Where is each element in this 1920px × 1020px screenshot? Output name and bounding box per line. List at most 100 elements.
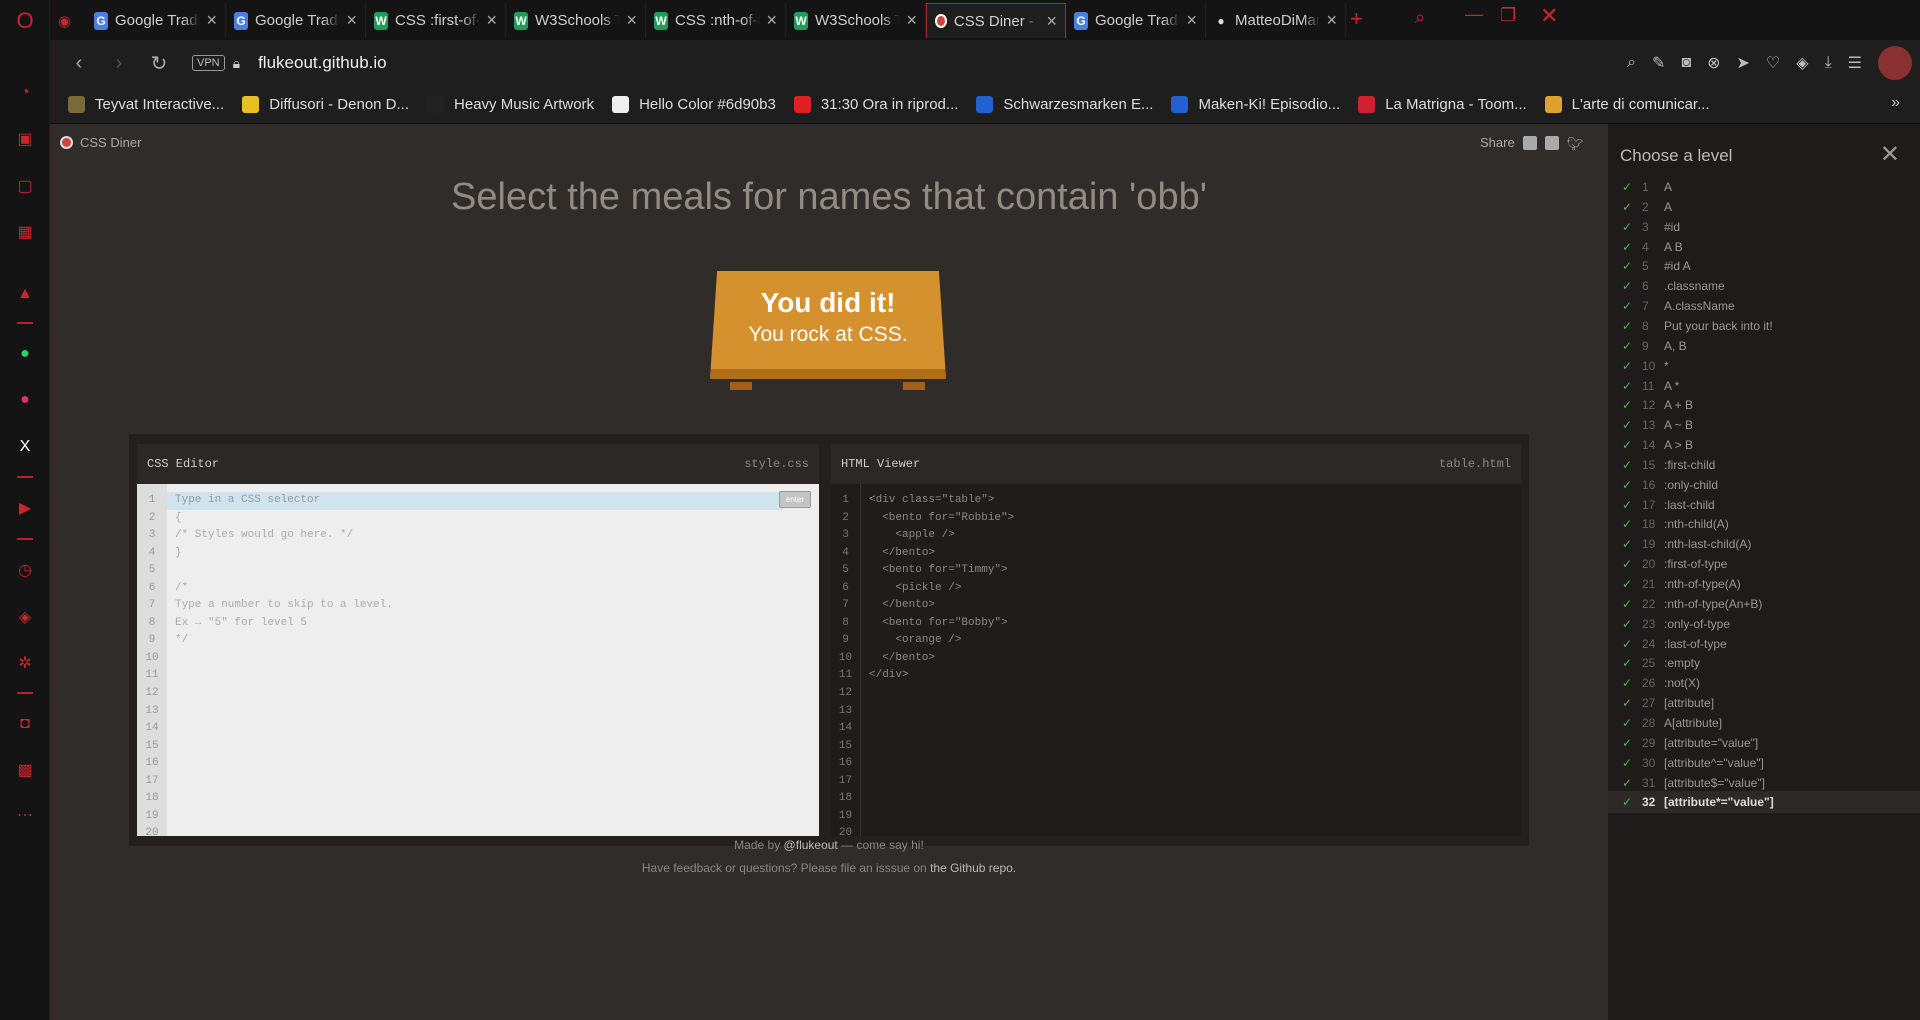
more-dots-icon[interactable]: ⋯ bbox=[12, 802, 38, 828]
level-item[interactable]: ✓ 14 A > B bbox=[1608, 434, 1920, 456]
github-repo-link[interactable]: the Github repo. bbox=[930, 861, 1016, 875]
level-item[interactable]: ✓ 16:only-child bbox=[1608, 474, 1920, 496]
close-window-button[interactable]: ✕ bbox=[1540, 3, 1558, 29]
reload-button[interactable]: ↻ bbox=[148, 51, 170, 76]
twitch-icon[interactable]: ▢ bbox=[12, 173, 38, 199]
adblock-icon[interactable]: ⊗ bbox=[1707, 53, 1720, 73]
author-link[interactable]: @flukeout bbox=[784, 838, 838, 852]
close-tab-icon[interactable]: × bbox=[626, 10, 637, 31]
minimize-button[interactable]: — bbox=[1465, 4, 1483, 25]
bookmark-item[interactable]: Diffusori - Denon D... bbox=[242, 96, 409, 113]
html-markup[interactable]: <div class="table"> <bento for="Robbie">… bbox=[861, 484, 1521, 836]
bookmark-item[interactable]: 31:30 Ora in riprod... bbox=[793, 96, 958, 113]
search-page-icon[interactable]: ⌕ bbox=[1627, 54, 1636, 72]
css-input[interactable]: enter Type in a CSS selector{/* Styles w… bbox=[167, 484, 819, 836]
whatsapp-icon[interactable]: ● bbox=[12, 341, 38, 367]
browser-tab[interactable]: W CSS :first-of-type × bbox=[366, 3, 506, 38]
close-icon[interactable]: ✕ bbox=[1880, 140, 1900, 169]
close-tab-icon[interactable]: × bbox=[1186, 10, 1197, 31]
bookmark-item[interactable]: Schwarzesmarken E... bbox=[976, 96, 1153, 113]
level-item[interactable]: ✓ 4 A B bbox=[1608, 236, 1920, 258]
bookmark-item[interactable]: Hello Color #6d90b3 bbox=[612, 96, 776, 113]
search-tabs-icon[interactable]: ⌕ bbox=[1415, 7, 1425, 28]
send-icon[interactable]: ➤ bbox=[1737, 53, 1750, 73]
opera-logo-icon[interactable]: O bbox=[12, 8, 38, 34]
brand[interactable]: CSS Diner bbox=[60, 135, 141, 150]
level-item[interactable]: ✓ 30 [attribute^="value"] bbox=[1608, 752, 1920, 774]
close-tab-icon[interactable]: × bbox=[1046, 11, 1057, 32]
speed-dial-icon[interactable]: ◔ bbox=[12, 80, 38, 106]
browser-tab[interactable]: W W3Schools Tryit × bbox=[786, 3, 926, 38]
snapshot-icon[interactable]: ◙ bbox=[1681, 54, 1691, 72]
level-item[interactable]: ✓ 7 A.className bbox=[1608, 295, 1920, 317]
enter-button[interactable]: enter bbox=[778, 491, 811, 508]
level-item[interactable]: ✓ 10 * bbox=[1608, 355, 1920, 377]
level-item[interactable]: ✓ 15:first-child bbox=[1608, 454, 1920, 476]
level-item[interactable]: ✓ 1 A bbox=[1608, 176, 1920, 198]
level-item[interactable]: ✓ 17:last-child bbox=[1608, 494, 1920, 516]
level-item[interactable]: ✓ 6 .classname bbox=[1608, 275, 1920, 297]
url-field[interactable]: flukeout.github.io bbox=[258, 53, 387, 73]
level-item[interactable]: ✓ 20:first-of-type bbox=[1608, 553, 1920, 575]
close-tab-icon[interactable]: × bbox=[906, 10, 917, 31]
level-item[interactable]: ✓ 13 A ~ B bbox=[1608, 414, 1920, 436]
shopping-icon[interactable]: ▣ bbox=[12, 126, 38, 152]
new-tab-button[interactable]: + bbox=[1350, 6, 1363, 32]
back-button[interactable]: ‹ bbox=[68, 52, 90, 75]
ai-chip-icon[interactable]: ▦ bbox=[12, 219, 38, 245]
level-item[interactable]: ✓ 32 [attribute*="value"] bbox=[1608, 791, 1920, 814]
cube-icon[interactable]: ◈ bbox=[1796, 53, 1808, 73]
level-item[interactable]: ✓ 3 #id bbox=[1608, 216, 1920, 238]
browser-tab[interactable]: G Google Traduttore × bbox=[1066, 3, 1206, 38]
close-tab-icon[interactable]: × bbox=[486, 10, 497, 31]
player-icon[interactable]: ▶ bbox=[12, 495, 38, 521]
level-item[interactable]: ✓ 5 #id A bbox=[1608, 255, 1920, 277]
bookmark-item[interactable]: La Matrigna - Toom... bbox=[1358, 96, 1527, 113]
lock-icon[interactable]: 🔒︎ bbox=[233, 55, 240, 72]
level-item[interactable]: ✓ 29 [attribute="value"] bbox=[1608, 732, 1920, 754]
extensions-icon[interactable]: ◈ bbox=[12, 604, 38, 630]
level-item[interactable]: ✓ 18:nth-child(A) bbox=[1608, 513, 1920, 535]
level-item[interactable]: ✓ 31 [attribute$="value"] bbox=[1608, 772, 1920, 794]
browser-tab[interactable]: CSS Diner - Where × bbox=[926, 3, 1066, 38]
level-item[interactable]: ✓ 8 Put your back into it! bbox=[1608, 315, 1920, 337]
level-item[interactable]: ✓ 9 A, B bbox=[1608, 335, 1920, 357]
share-edit-icon[interactable]: ✎ bbox=[1652, 53, 1665, 73]
level-item[interactable]: ✓ 28 A[attribute] bbox=[1608, 712, 1920, 734]
history-icon[interactable]: ◷ bbox=[12, 557, 38, 583]
level-item[interactable]: ✓ 12 A + B bbox=[1608, 394, 1920, 416]
gallery-icon[interactable]: ▩ bbox=[12, 757, 38, 783]
bookmark-item[interactable]: Heavy Music Artwork bbox=[427, 96, 594, 113]
bookmarks-more-icon[interactable]: » bbox=[1891, 94, 1900, 112]
close-tab-icon[interactable]: × bbox=[346, 10, 357, 31]
heart-icon[interactable]: ♡ bbox=[1766, 53, 1780, 73]
bookmark-item[interactable]: L'arte di comunicar... bbox=[1544, 96, 1710, 113]
level-item[interactable]: ✓ 22:nth-of-type(An+B) bbox=[1608, 593, 1920, 615]
level-item[interactable]: ✓ 23:only-of-type bbox=[1608, 613, 1920, 635]
browser-tab[interactable]: G Google Traduttore × bbox=[86, 3, 226, 38]
facebook-share-icon[interactable] bbox=[1544, 135, 1559, 150]
email-share-icon[interactable] bbox=[1522, 135, 1537, 150]
close-tab-icon[interactable]: × bbox=[766, 10, 777, 31]
level-item[interactable]: ✓ 19:nth-last-child(A) bbox=[1608, 533, 1920, 555]
bookmark-item[interactable]: Maken-Ki! Episodio... bbox=[1171, 96, 1340, 113]
bookmark-item[interactable]: Teyvat Interactive... bbox=[68, 96, 224, 113]
instagram-icon[interactable]: ● bbox=[12, 387, 38, 413]
level-item[interactable]: ✓ 11 A * bbox=[1608, 375, 1920, 397]
ublock-icon[interactable]: ◘ bbox=[12, 711, 38, 737]
level-item[interactable]: ✓ 27 [attribute] bbox=[1608, 692, 1920, 714]
aria-icon[interactable]: ▲ bbox=[12, 281, 38, 307]
close-tab-icon[interactable]: × bbox=[206, 10, 217, 31]
level-item[interactable]: ✓ 24:last-of-type bbox=[1608, 633, 1920, 655]
browser-tab[interactable]: G Google Traduttore × bbox=[226, 3, 366, 38]
level-item[interactable]: ✓ 26:not(X) bbox=[1608, 672, 1920, 694]
level-item[interactable]: ✓ 2 A bbox=[1608, 196, 1920, 218]
x-twitter-icon[interactable]: X bbox=[12, 434, 38, 460]
browser-tab[interactable]: W CSS :nth-of-type × bbox=[646, 3, 786, 38]
forward-button[interactable]: › bbox=[108, 52, 130, 75]
restore-button[interactable]: ❐ bbox=[1500, 5, 1516, 26]
level-item[interactable]: ✓ 25:empty bbox=[1608, 652, 1920, 674]
settings-gear-icon[interactable]: ✲ bbox=[12, 650, 38, 676]
download-icon[interactable]: ⤓ bbox=[1825, 54, 1832, 72]
easy-setup-icon[interactable]: ☰ bbox=[1848, 53, 1862, 73]
